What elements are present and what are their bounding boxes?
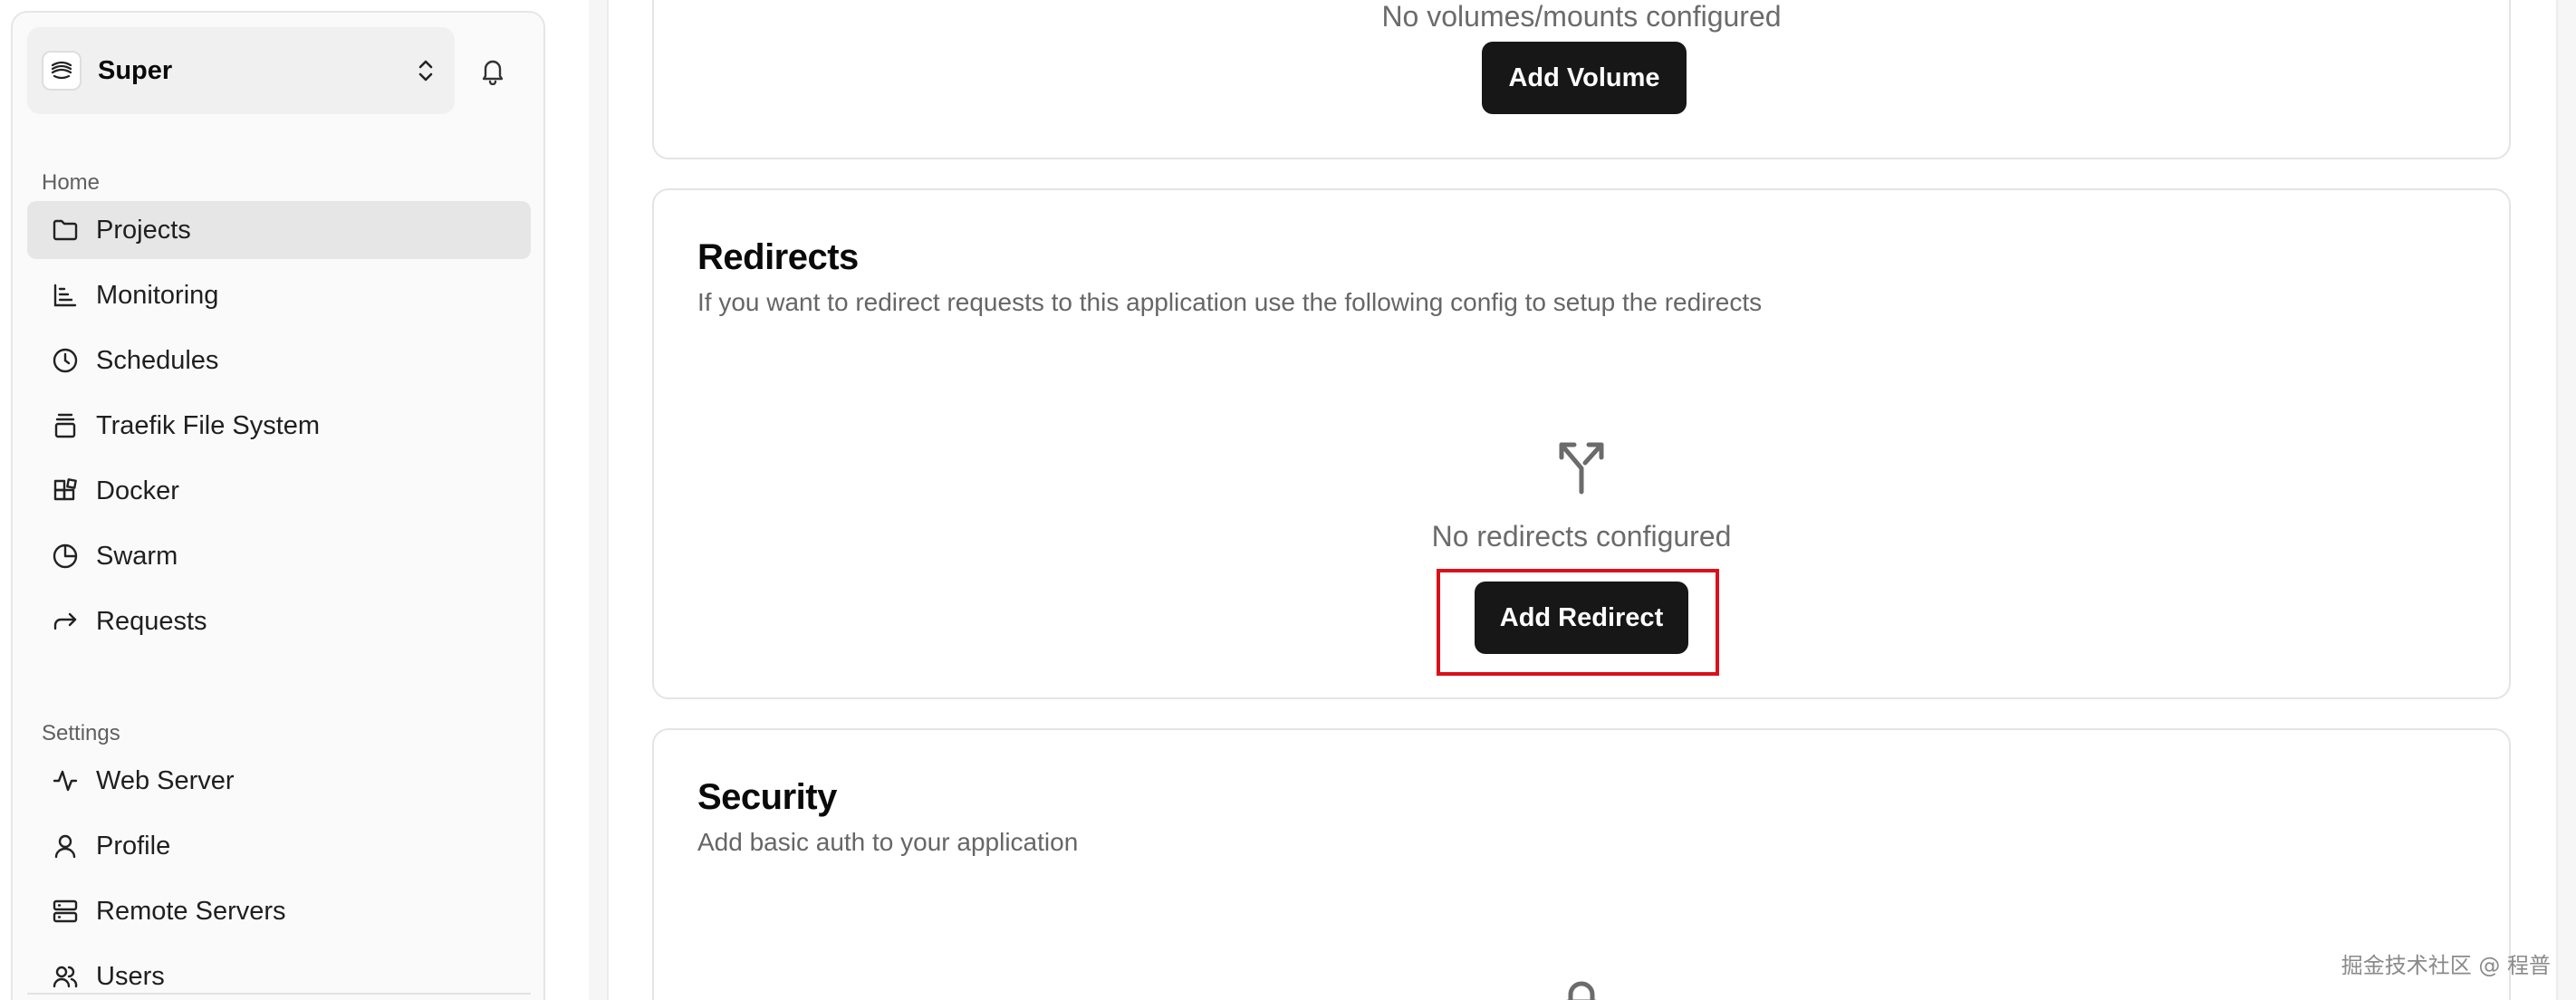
security-description: Add basic auth to your application <box>697 828 1079 856</box>
sidebar-item-label: Monitoring <box>96 280 219 310</box>
sidebar-item-docker[interactable]: Docker <box>27 462 531 520</box>
volumes-card: No volumes/mounts configured Add Volume <box>652 0 2511 159</box>
sidebar-item-label: Web Server <box>96 765 235 795</box>
sidebar-item-label: Profile <box>96 831 171 861</box>
sidebar-item-web-server[interactable]: Web Server <box>27 752 531 810</box>
watermark: 掘金技术社区 @ 程普 <box>2341 953 2551 978</box>
add-volume-button[interactable]: Add Volume <box>1482 42 1687 114</box>
sidebar-divider <box>27 993 531 995</box>
sidebar-item-label: Projects <box>96 215 191 245</box>
sidebar-item-label: Requests <box>96 606 207 636</box>
highlight-box <box>1437 569 1719 676</box>
sidebar-item-label: Swarm <box>96 541 178 571</box>
group-label-home: Home <box>42 170 101 195</box>
user-icon <box>51 832 80 861</box>
sidebar-item-traefik-file-system[interactable]: Traefik File System <box>27 397 531 455</box>
team-logo-icon <box>42 51 82 91</box>
group-label-settings: Settings <box>42 721 120 745</box>
split-arrows-icon <box>1552 435 1610 496</box>
sidebar-item-swarm[interactable]: Swarm <box>27 527 531 585</box>
team-switcher[interactable]: Super <box>27 27 455 114</box>
stack-icon <box>51 411 80 440</box>
sidebar-item-remote-servers[interactable]: Remote Servers <box>27 882 531 940</box>
pie-chart-icon <box>51 542 80 571</box>
redirects-title: Redirects <box>697 237 859 277</box>
sidebar-item-requests[interactable]: Requests <box>27 592 531 650</box>
blocks-icon <box>51 476 80 505</box>
sidebar-item-monitoring[interactable]: Monitoring <box>27 266 531 324</box>
sidebar-item-label: Remote Servers <box>96 896 286 926</box>
sidebar-item-schedules[interactable]: Schedules <box>27 332 531 389</box>
chart-icon <box>51 281 80 310</box>
activity-icon <box>51 766 80 795</box>
sidebar-item-label: Docker <box>96 476 179 505</box>
sidebar: Super Home Projects Monitoring Schedules… <box>11 11 545 1000</box>
volumes-empty-text: No volumes/mounts configured <box>1381 0 1782 33</box>
security-title: Security <box>697 777 837 817</box>
redirects-description: If you want to redirect requests to this… <box>697 288 1763 316</box>
sidebar-item-label: Schedules <box>96 345 219 375</box>
security-card: Security Add basic auth to your applicat… <box>652 728 2511 1000</box>
sidebar-item-label: Users <box>96 961 165 991</box>
lock-icon <box>1560 980 1603 1000</box>
forward-arrow-icon <box>51 607 80 636</box>
clock-icon <box>51 346 80 375</box>
team-name: Super <box>98 55 173 85</box>
folder-icon <box>51 216 80 245</box>
users-icon <box>51 962 80 991</box>
redirects-empty-text: No redirects configured <box>1431 520 1732 553</box>
sidebar-item-projects[interactable]: Projects <box>27 201 531 259</box>
server-icon <box>51 897 80 926</box>
bell-icon[interactable] <box>475 53 511 89</box>
sidebar-item-label: Traefik File System <box>96 410 321 440</box>
chevrons-up-down-icon <box>411 56 440 85</box>
sidebar-item-profile[interactable]: Profile <box>27 817 531 875</box>
